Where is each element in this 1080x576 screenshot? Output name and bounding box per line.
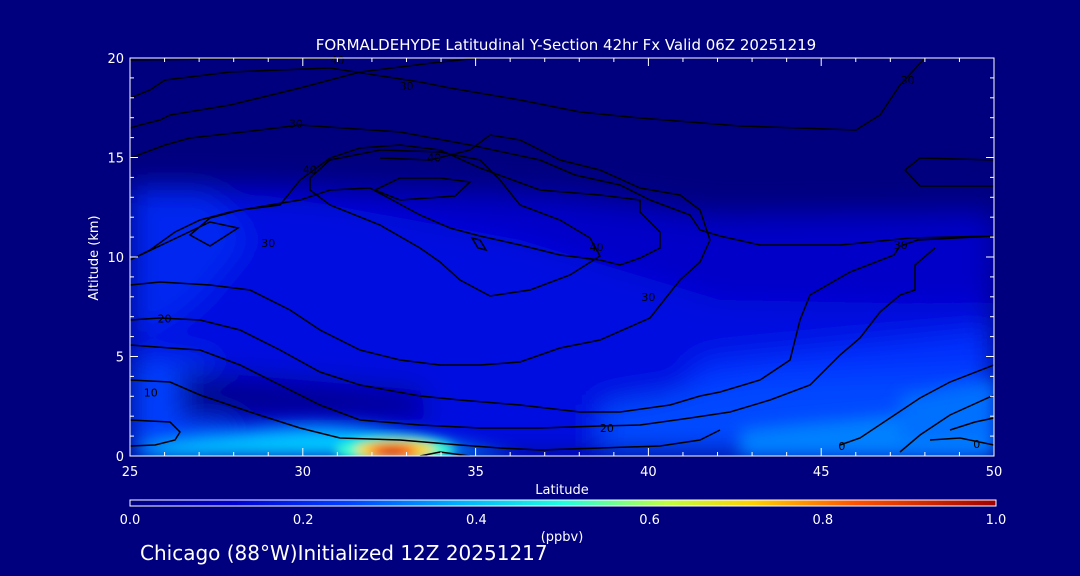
y-axis-label: Altitude (km): [87, 215, 102, 300]
colorbar: [129, 499, 997, 507]
contour-label: 0: [838, 440, 845, 453]
x-tick-label: 35: [467, 465, 484, 480]
colorbar-tick-label: 0.2: [293, 513, 314, 528]
contour-label: 30: [894, 239, 908, 252]
x-tick-label: 40: [640, 465, 657, 480]
x-tick-label: 25: [122, 465, 139, 480]
footer-caption: Chicago (88°W)Initialized 12Z 20251217: [140, 541, 548, 565]
contour-label: 30: [399, 80, 413, 93]
colorbar-tick-label: 0.8: [812, 513, 833, 528]
chart-title: FORMALDEHYDE Latitudinal Y-Section 42hr …: [316, 36, 816, 54]
y-tick-label: 15: [107, 152, 124, 167]
contour-label: 40: [303, 163, 317, 176]
chart: 4030 3030404030 40 30302010200 0 25 30 35 40 45 5…: [87, 36, 1007, 545]
contour-label: 40: [590, 241, 604, 254]
contour-label: 20: [600, 422, 614, 435]
contour-label: 0: [973, 438, 980, 451]
colorbar-tick-label: 0.0: [120, 513, 141, 528]
colorbar-tick-label: 0.4: [466, 513, 487, 528]
contour-label: 10: [144, 386, 158, 399]
y-tick-label: 0: [116, 450, 124, 465]
contour-label: 40: [427, 152, 441, 165]
x-tick-label: 30: [295, 465, 312, 480]
y-tick-label: 5: [116, 351, 124, 366]
x-axis-label: Latitude: [535, 483, 589, 498]
colorbar-tick-label: 1.0: [986, 513, 1007, 528]
colorbar-ticks: 0.0 0.2 0.4 0.6 0.8 1.0: [120, 513, 1007, 528]
contour-label: 20: [158, 313, 172, 326]
contour-label: 30: [641, 291, 655, 304]
contour-label: 30: [261, 237, 275, 250]
concentration-field: [130, 58, 994, 456]
colorbar-tick-label: 0.6: [639, 513, 660, 528]
x-tick-label: 45: [813, 465, 830, 480]
contour-label: 30: [289, 118, 303, 131]
x-tick-label: 50: [986, 465, 1003, 480]
y-tick-label: 20: [107, 52, 124, 67]
y-tick-label: 10: [107, 251, 124, 266]
contour-label: 30: [901, 74, 915, 87]
